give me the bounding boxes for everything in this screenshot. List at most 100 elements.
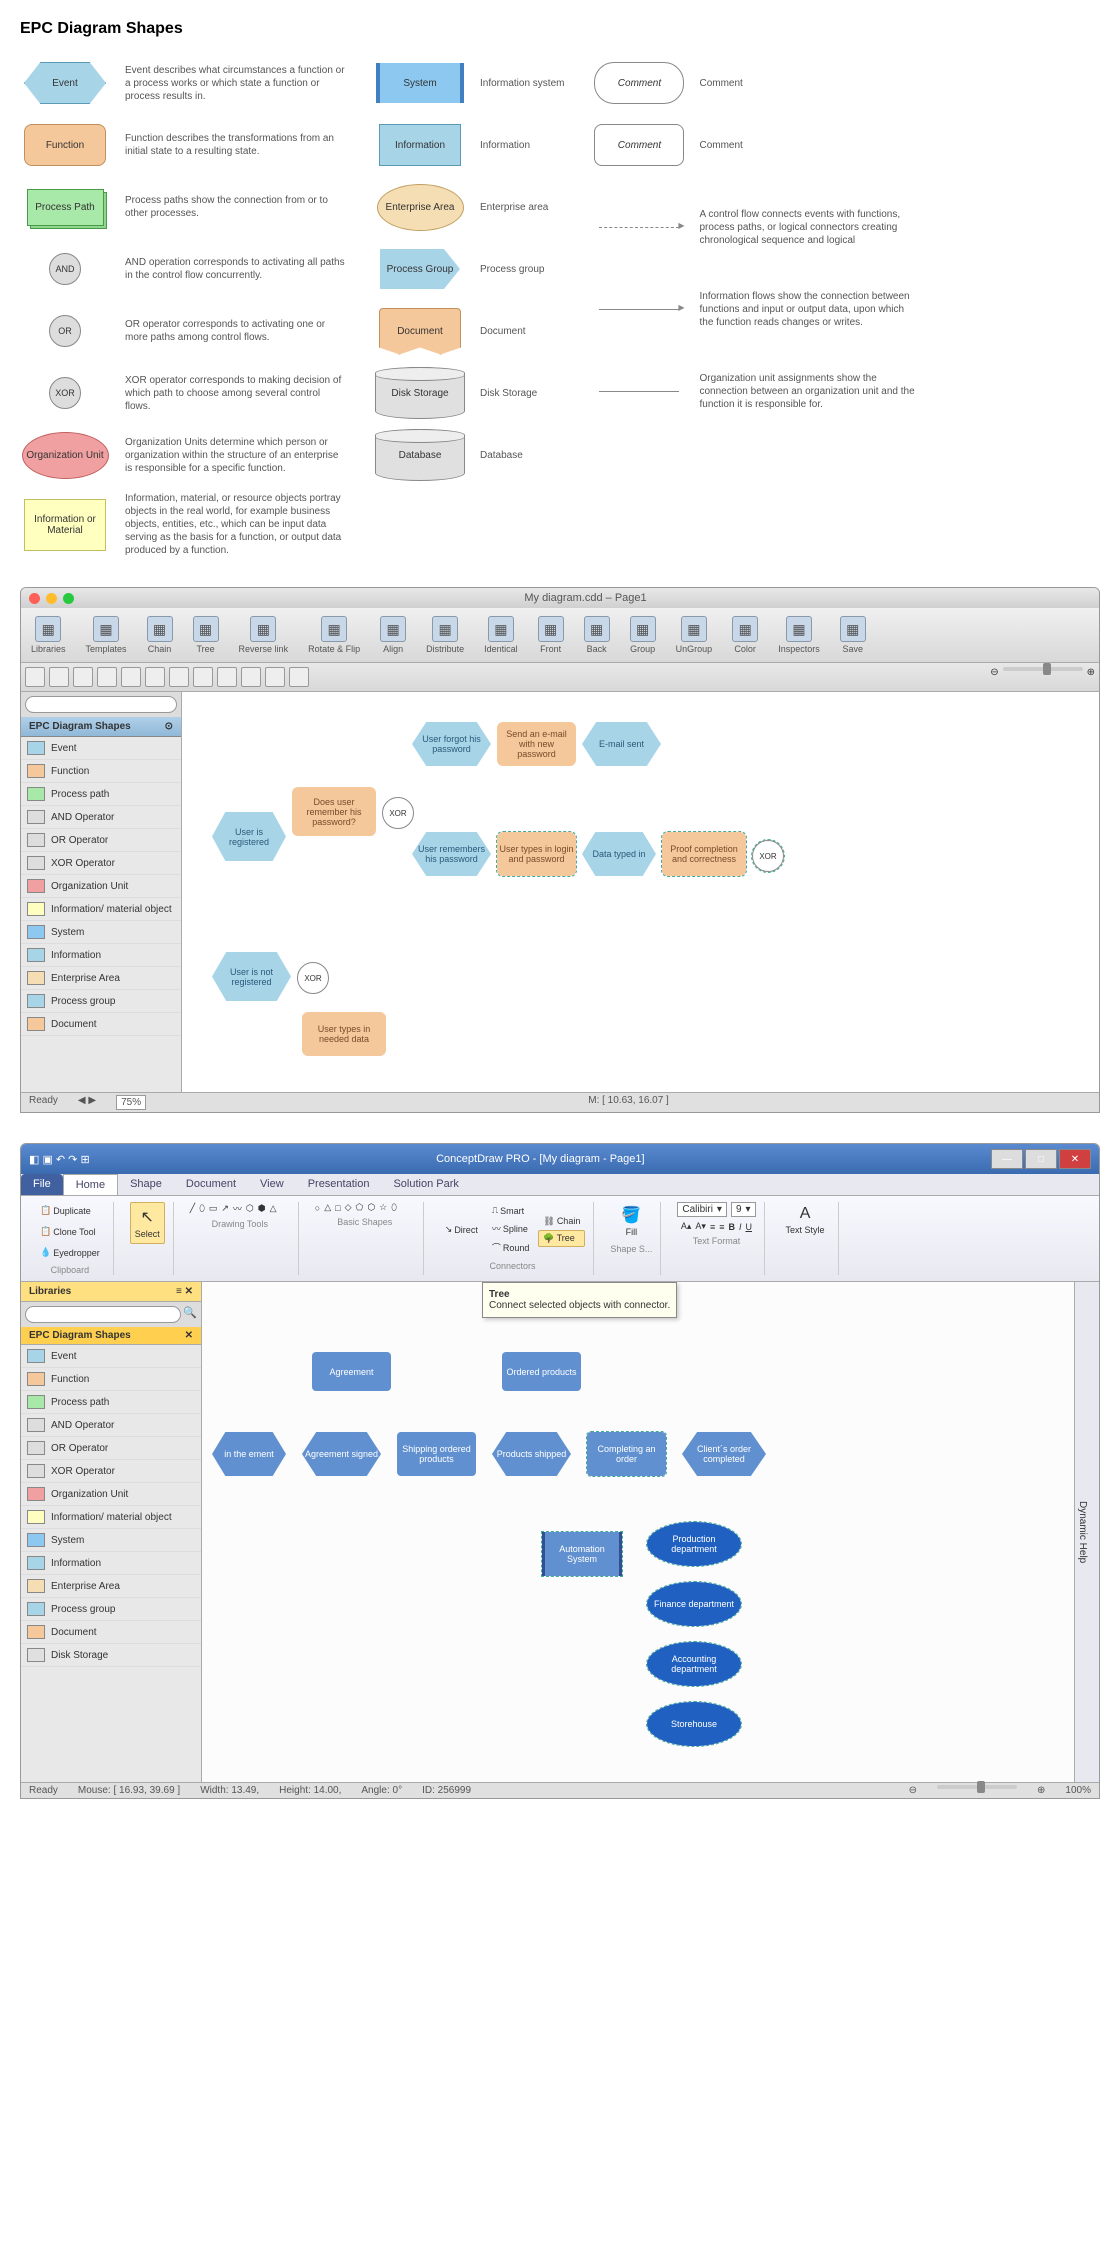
- tool-btn[interactable]: [265, 667, 285, 687]
- shape-item[interactable]: OR Operator: [21, 829, 181, 852]
- shape-item[interactable]: XOR Operator: [21, 852, 181, 875]
- tool-btn[interactable]: [217, 667, 237, 687]
- round-button[interactable]: ⌒ Round: [487, 1238, 535, 1257]
- minimize-icon[interactable]: —: [991, 1149, 1023, 1169]
- shape-item[interactable]: Process group: [21, 1598, 201, 1621]
- close-icon[interactable]: ✕: [1059, 1149, 1091, 1169]
- shape-item[interactable]: OR Operator: [21, 1437, 201, 1460]
- shape-item[interactable]: Enterprise Area: [21, 1575, 201, 1598]
- panel-title[interactable]: EPC Diagram Shapes⊙: [21, 717, 181, 737]
- tab-document[interactable]: Document: [174, 1174, 248, 1195]
- zoom-slider[interactable]: [937, 1785, 1017, 1789]
- shape-item[interactable]: Disk Storage: [21, 1644, 201, 1667]
- node-send-email[interactable]: Send an e-mail with new password: [497, 722, 576, 766]
- tree-button[interactable]: 🌳 Tree: [538, 1230, 585, 1247]
- search-input[interactable]: [25, 696, 177, 713]
- shape-item[interactable]: Function: [21, 1368, 201, 1391]
- smart-button[interactable]: ⎍ Smart: [487, 1202, 535, 1219]
- shape-item[interactable]: Event: [21, 737, 181, 760]
- node-signed[interactable]: Agreement signed: [302, 1432, 381, 1476]
- shape-item[interactable]: Organization Unit: [21, 875, 181, 898]
- node-types-data[interactable]: User types in needed data: [302, 1012, 386, 1056]
- fontsize-combo[interactable]: 9 ▾: [731, 1202, 756, 1217]
- node-proof[interactable]: Proof completion and correctness: [662, 832, 746, 876]
- tab-presentation[interactable]: Presentation: [296, 1174, 382, 1195]
- font-grow-icon[interactable]: A▴: [681, 1221, 692, 1232]
- shape-item[interactable]: System: [21, 1529, 201, 1552]
- node-not-registered[interactable]: User is not registered: [212, 952, 291, 1001]
- shape-item[interactable]: Enterprise Area: [21, 967, 181, 990]
- tool-btn[interactable]: [97, 667, 117, 687]
- shape-item[interactable]: Information/ material object: [21, 1506, 201, 1529]
- toolbar-rotateflip[interactable]: ▦Rotate & Flip: [304, 614, 364, 656]
- toolbar-libraries[interactable]: ▦Libraries: [27, 614, 70, 656]
- clonetool-button[interactable]: 📋 Clone Tool: [35, 1223, 101, 1240]
- node-forgot[interactable]: User forgot his password: [412, 722, 491, 766]
- zoom-in-icon[interactable]: ⊕: [1037, 1785, 1045, 1796]
- shape-item[interactable]: Information: [21, 944, 181, 967]
- node-agreement[interactable]: Agreement: [312, 1352, 391, 1391]
- minimize-icon[interactable]: [46, 593, 57, 604]
- toolbar-align[interactable]: ▦Align: [376, 614, 410, 656]
- shape-item[interactable]: Event: [21, 1345, 201, 1368]
- node-remembers[interactable]: User remembers his password: [412, 832, 491, 876]
- epc-panel-title[interactable]: EPC Diagram Shapes✕: [21, 1327, 201, 1345]
- node-xor2[interactable]: XOR: [752, 840, 784, 872]
- node-user-registered[interactable]: User is registered: [212, 812, 286, 861]
- toolbar-distribute[interactable]: ▦Distribute: [422, 614, 468, 656]
- dynamic-help-panel[interactable]: Dynamic Help: [1074, 1282, 1099, 1782]
- shape-item[interactable]: Process path: [21, 783, 181, 806]
- zoom-in-icon[interactable]: ⊕: [1087, 667, 1095, 687]
- node-automation[interactable]: Automation System: [542, 1532, 622, 1576]
- shape-item[interactable]: Organization Unit: [21, 1483, 201, 1506]
- node-client[interactable]: Client´s order completed: [682, 1432, 766, 1476]
- tab-shape[interactable]: Shape: [118, 1174, 174, 1195]
- node-types-login[interactable]: User types in login and password: [497, 832, 576, 876]
- eyedropper-button[interactable]: 💧 Eyedropper: [35, 1244, 105, 1261]
- toolbar-back[interactable]: ▦Back: [580, 614, 614, 656]
- node-accounting[interactable]: Accounting department: [647, 1642, 741, 1686]
- zoom-out-icon[interactable]: ⊖: [990, 667, 998, 687]
- shape-item[interactable]: XOR Operator: [21, 1460, 201, 1483]
- node-completing[interactable]: Completing an order: [587, 1432, 666, 1476]
- toolbar-inspectors[interactable]: ▦Inspectors: [774, 614, 824, 656]
- mac-canvas[interactable]: User is registered Does user remember hi…: [182, 692, 1099, 1092]
- tool-btn[interactable]: [241, 667, 261, 687]
- tab-home[interactable]: Home: [63, 1174, 118, 1195]
- maximize-icon[interactable]: □: [1025, 1149, 1057, 1169]
- shape-item[interactable]: Process path: [21, 1391, 201, 1414]
- zoom-slider[interactable]: [1003, 667, 1083, 671]
- toolbar-tree[interactable]: ▦Tree: [189, 614, 223, 656]
- toolbar-save[interactable]: ▦Save: [836, 614, 870, 656]
- toolbar-front[interactable]: ▦Front: [534, 614, 568, 656]
- shape-item[interactable]: AND Operator: [21, 806, 181, 829]
- tool-btn[interactable]: [169, 667, 189, 687]
- node-in-the[interactable]: in the ement: [212, 1432, 286, 1476]
- tool-btn[interactable]: [25, 667, 45, 687]
- node-finance[interactable]: Finance department: [647, 1582, 741, 1626]
- tool-btn[interactable]: [121, 667, 141, 687]
- shape-item[interactable]: Information: [21, 1552, 201, 1575]
- toolbar-color[interactable]: ▦Color: [728, 614, 762, 656]
- zoom-value[interactable]: 100%: [1065, 1785, 1091, 1796]
- maximize-icon[interactable]: [63, 593, 74, 604]
- node-data-typed[interactable]: Data typed in: [582, 832, 656, 876]
- tool-btn[interactable]: [73, 667, 93, 687]
- tool-btn[interactable]: [49, 667, 69, 687]
- node-xor[interactable]: XOR: [382, 797, 414, 829]
- node-ordered[interactable]: Ordered products: [502, 1352, 581, 1391]
- toolbar-reverselink[interactable]: ▦Reverse link: [235, 614, 293, 656]
- fill-button[interactable]: 🪣Fill: [616, 1202, 646, 1240]
- align-center-icon[interactable]: ≡: [719, 1222, 724, 1232]
- toolbar-identical[interactable]: ▦Identical: [480, 614, 522, 656]
- close-panel-icon[interactable]: ✕: [185, 1330, 193, 1341]
- shape-item[interactable]: Document: [21, 1621, 201, 1644]
- node-does-user[interactable]: Does user remember his password?: [292, 787, 376, 836]
- bold-icon[interactable]: B: [728, 1222, 735, 1232]
- shape-item[interactable]: System: [21, 921, 181, 944]
- node-email-sent[interactable]: E-mail sent: [582, 722, 661, 766]
- zoom-combo[interactable]: 75%: [116, 1095, 146, 1110]
- italic-icon[interactable]: I: [739, 1222, 742, 1232]
- win-titlebar[interactable]: ◧ ▣ ↶ ↷ ⊞ ConceptDraw PRO - [My diagram …: [21, 1144, 1099, 1174]
- toolbar-ungroup[interactable]: ▦UnGroup: [672, 614, 717, 656]
